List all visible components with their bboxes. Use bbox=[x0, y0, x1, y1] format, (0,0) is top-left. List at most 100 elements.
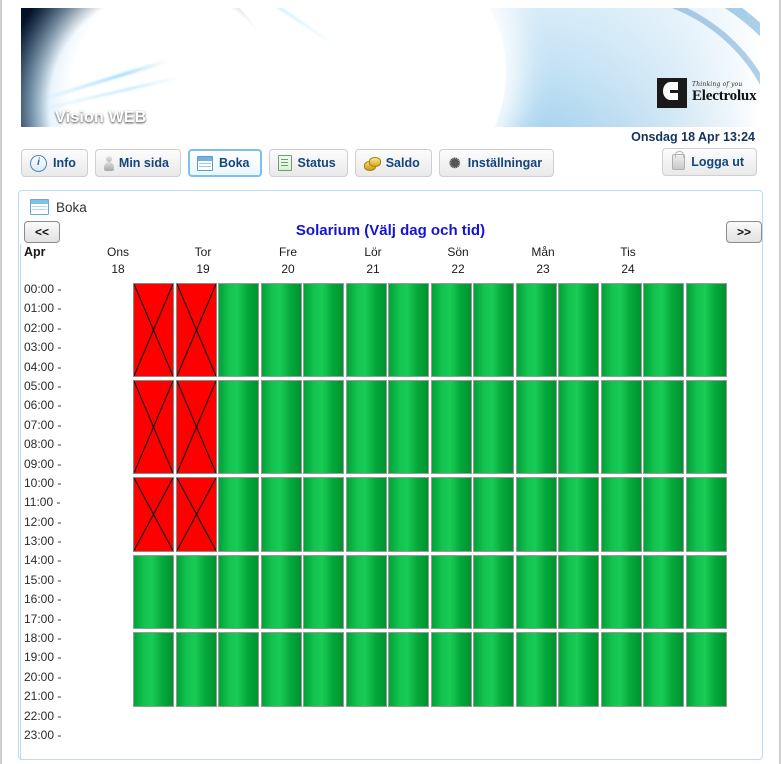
slot-free[interactable] bbox=[346, 632, 387, 707]
slot-free[interactable] bbox=[643, 380, 684, 474]
next-week-button[interactable]: >> bbox=[726, 221, 762, 243]
slot-free[interactable] bbox=[558, 477, 599, 552]
nav-button-status[interactable]: Status bbox=[268, 149, 348, 177]
slot-free[interactable] bbox=[303, 380, 344, 474]
day-header[interactable]: Mån 23 bbox=[501, 244, 585, 278]
slot-free[interactable] bbox=[558, 380, 599, 474]
day-column bbox=[558, 283, 642, 707]
slot-free[interactable] bbox=[431, 632, 472, 707]
nav-button-info[interactable]: i Info bbox=[21, 149, 88, 177]
slot-free[interactable] bbox=[558, 554, 599, 630]
slot-free[interactable] bbox=[388, 632, 429, 707]
slot-booked bbox=[176, 380, 217, 474]
logout-label: Logga ut bbox=[691, 155, 744, 169]
slot-free[interactable] bbox=[686, 632, 727, 707]
slot-free[interactable] bbox=[431, 380, 472, 474]
slot-free[interactable] bbox=[388, 477, 429, 552]
slot-free[interactable] bbox=[261, 632, 302, 707]
slot-free[interactable] bbox=[643, 632, 684, 707]
nav-button-boka[interactable]: Boka bbox=[187, 149, 262, 177]
slot-free[interactable] bbox=[218, 477, 259, 552]
slot-free[interactable] bbox=[643, 283, 684, 377]
day-header[interactable]: Fre 20 bbox=[246, 244, 330, 278]
slot-free[interactable] bbox=[218, 554, 259, 630]
slot-free[interactable] bbox=[388, 283, 429, 377]
day-header[interactable]: Ons 18 bbox=[76, 244, 160, 278]
slot-free[interactable] bbox=[388, 554, 429, 630]
slot-free[interactable] bbox=[643, 477, 684, 552]
slot-free[interactable] bbox=[473, 477, 514, 552]
logout-button[interactable]: Logga ut bbox=[662, 148, 757, 176]
slot-free[interactable] bbox=[176, 632, 217, 707]
nav-button-min-sida[interactable]: Min sida bbox=[94, 149, 181, 177]
slot-free[interactable] bbox=[601, 477, 642, 552]
time-label: 23:00 - bbox=[24, 727, 62, 742]
slot-free[interactable] bbox=[346, 380, 387, 474]
slot-free[interactable] bbox=[346, 283, 387, 377]
time-block bbox=[388, 283, 472, 377]
slot-free[interactable] bbox=[516, 477, 557, 552]
slot-free[interactable] bbox=[686, 283, 727, 377]
slot-free[interactable] bbox=[303, 632, 344, 707]
slot-free[interactable] bbox=[473, 380, 514, 474]
slot-free[interactable] bbox=[133, 554, 174, 630]
slot-free[interactable] bbox=[601, 380, 642, 474]
slot-free[interactable] bbox=[558, 632, 599, 707]
time-label: 21:00 - bbox=[24, 689, 62, 704]
slot-free[interactable] bbox=[473, 283, 514, 377]
nav-button-saldo[interactable]: Saldo bbox=[354, 149, 432, 177]
time-block bbox=[473, 380, 557, 474]
slot-free[interactable] bbox=[516, 632, 557, 707]
time-block bbox=[303, 283, 387, 377]
previous-week-button[interactable]: << bbox=[24, 221, 60, 243]
time-block bbox=[558, 632, 642, 707]
day-header[interactable]: Lör 21 bbox=[331, 244, 415, 278]
slot-free[interactable] bbox=[601, 554, 642, 630]
slot-free[interactable] bbox=[431, 283, 472, 377]
slot-free[interactable] bbox=[686, 477, 727, 552]
slot-free[interactable] bbox=[516, 380, 557, 474]
slot-free[interactable] bbox=[431, 554, 472, 630]
slot-free[interactable] bbox=[601, 283, 642, 377]
slot-free[interactable] bbox=[516, 554, 557, 630]
slot-free[interactable] bbox=[431, 477, 472, 552]
slot-free[interactable] bbox=[176, 554, 217, 630]
slot-free[interactable] bbox=[218, 283, 259, 377]
time-block bbox=[218, 283, 302, 377]
slot-free[interactable] bbox=[261, 554, 302, 630]
slot-free[interactable] bbox=[601, 632, 642, 707]
day-header[interactable]: Tis 24 bbox=[586, 244, 670, 278]
time-block bbox=[388, 380, 472, 474]
slot-free[interactable] bbox=[218, 380, 259, 474]
slot-free[interactable] bbox=[261, 283, 302, 377]
time-label: 15:00 - bbox=[24, 572, 62, 587]
time-label: 17:00 - bbox=[24, 611, 62, 626]
electrolux-logo: Thinking of you Electrolux bbox=[657, 75, 757, 111]
slot-free[interactable] bbox=[303, 477, 344, 552]
slot-free[interactable] bbox=[473, 632, 514, 707]
day-number: 21 bbox=[366, 262, 380, 276]
day-header[interactable]: Sön 22 bbox=[416, 244, 500, 278]
slot-free[interactable] bbox=[686, 554, 727, 630]
slot-free[interactable] bbox=[346, 554, 387, 630]
slot-free[interactable] bbox=[261, 477, 302, 552]
slot-free[interactable] bbox=[643, 554, 684, 630]
day-header[interactable]: Tor 19 bbox=[161, 244, 245, 278]
slot-free[interactable] bbox=[261, 380, 302, 474]
slot-free[interactable] bbox=[558, 283, 599, 377]
cross-icon bbox=[134, 284, 173, 376]
time-label: 04:00 - bbox=[24, 359, 62, 374]
slot-free[interactable] bbox=[388, 380, 429, 474]
slot-free[interactable] bbox=[346, 477, 387, 552]
slot-free[interactable] bbox=[218, 632, 259, 707]
slot-free[interactable] bbox=[303, 554, 344, 630]
slot-free[interactable] bbox=[133, 632, 174, 707]
slot-free[interactable] bbox=[686, 380, 727, 474]
slot-free[interactable] bbox=[516, 283, 557, 377]
nav-button-installningar[interactable]: ✺ Inställningar bbox=[438, 149, 555, 177]
slot-free[interactable] bbox=[473, 554, 514, 630]
time-block bbox=[218, 477, 302, 552]
day-name: Tor bbox=[194, 245, 212, 259]
slot-free[interactable] bbox=[303, 283, 344, 377]
time-label: 01:00 - bbox=[24, 301, 62, 316]
